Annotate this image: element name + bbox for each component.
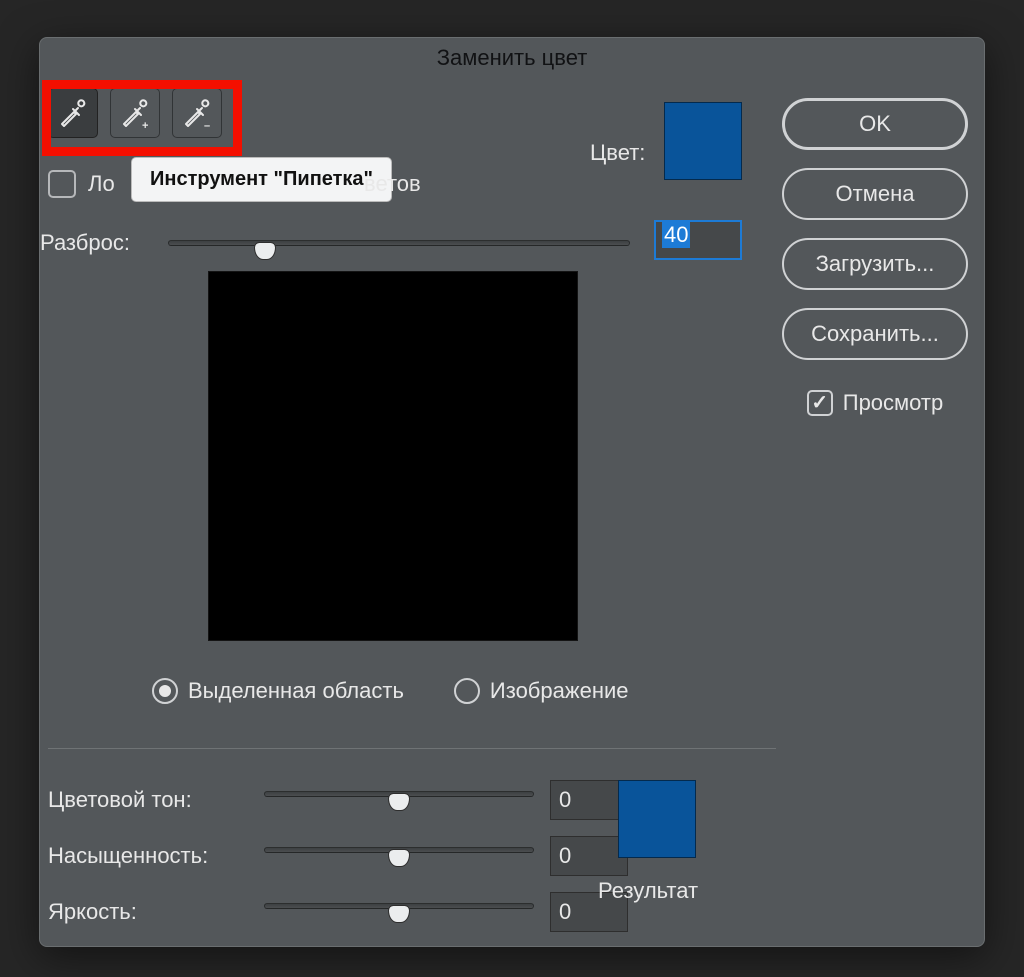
preview-toggle-row: Просмотр xyxy=(782,390,968,416)
dialog-content: + – Инструмент "Пипетка" Ло ветов Цвет: … xyxy=(40,78,984,946)
eyedropper-icon xyxy=(56,96,90,130)
eyedropper-subtract-icon: – xyxy=(180,96,214,130)
preview-label: Просмотр xyxy=(843,390,943,416)
lightness-label: Яркость: xyxy=(48,899,248,925)
load-button[interactable]: Загрузить... xyxy=(782,238,968,290)
eyedropper-toolbar: + – xyxy=(48,88,222,138)
cancel-button[interactable]: Отмена xyxy=(782,168,968,220)
result-label: Результат xyxy=(598,878,698,904)
hue-slider-handle[interactable] xyxy=(388,793,410,811)
source-color-swatch[interactable] xyxy=(664,102,742,180)
saturation-input[interactable] xyxy=(550,836,628,876)
eyedropper-subtract-tool[interactable]: – xyxy=(172,88,222,138)
saturation-slider-handle[interactable] xyxy=(388,849,410,867)
radio-selection[interactable] xyxy=(152,678,178,704)
eyedropper-tool[interactable] xyxy=(48,88,98,138)
hue-slider[interactable] xyxy=(264,789,534,811)
ok-button[interactable]: OK xyxy=(782,98,968,150)
preview-checkbox[interactable] xyxy=(807,390,833,416)
dialog-buttons: OK Отмена Загрузить... Сохранить... Прос… xyxy=(782,98,968,416)
fuzziness-input[interactable]: 40 xyxy=(654,220,742,260)
svg-text:+: + xyxy=(142,120,148,130)
color-label: Цвет: xyxy=(590,140,645,166)
radio-selection-label: Выделенная область xyxy=(188,678,404,704)
saturation-slider[interactable] xyxy=(264,845,534,867)
svg-text:–: – xyxy=(204,120,210,130)
localized-colors-checkbox[interactable] xyxy=(48,170,76,198)
saturation-label: Насыщенность: xyxy=(48,843,248,869)
eyedropper-add-icon: + xyxy=(118,96,152,130)
fuzziness-slider[interactable] xyxy=(168,236,630,260)
hue-input[interactable] xyxy=(550,780,628,820)
preview-mode-radios: Выделенная область Изображение xyxy=(152,678,629,704)
dialog-title: Заменить цвет xyxy=(40,38,984,78)
fuzziness-value: 40 xyxy=(662,222,690,248)
eyedropper-add-tool[interactable]: + xyxy=(110,88,160,138)
radio-image[interactable] xyxy=(454,678,480,704)
lightness-slider-handle[interactable] xyxy=(388,905,410,923)
result-color-swatch[interactable] xyxy=(618,780,696,858)
localized-colors-label-right: ветов xyxy=(364,171,421,197)
localized-colors-label-left: Ло xyxy=(88,171,120,197)
radio-image-label: Изображение xyxy=(490,678,629,704)
save-button[interactable]: Сохранить... xyxy=(782,308,968,360)
selection-preview xyxy=(208,271,578,641)
lightness-slider[interactable] xyxy=(264,901,534,923)
slider-track xyxy=(168,240,630,246)
fuzziness-label: Разброс: xyxy=(40,230,130,256)
localized-colors-row: Ло ветов xyxy=(48,170,421,198)
replace-color-dialog: Заменить цвет + – xyxy=(39,37,985,947)
slider-handle[interactable] xyxy=(254,242,276,260)
divider xyxy=(48,748,776,749)
hue-label: Цветовой тон: xyxy=(48,787,248,813)
